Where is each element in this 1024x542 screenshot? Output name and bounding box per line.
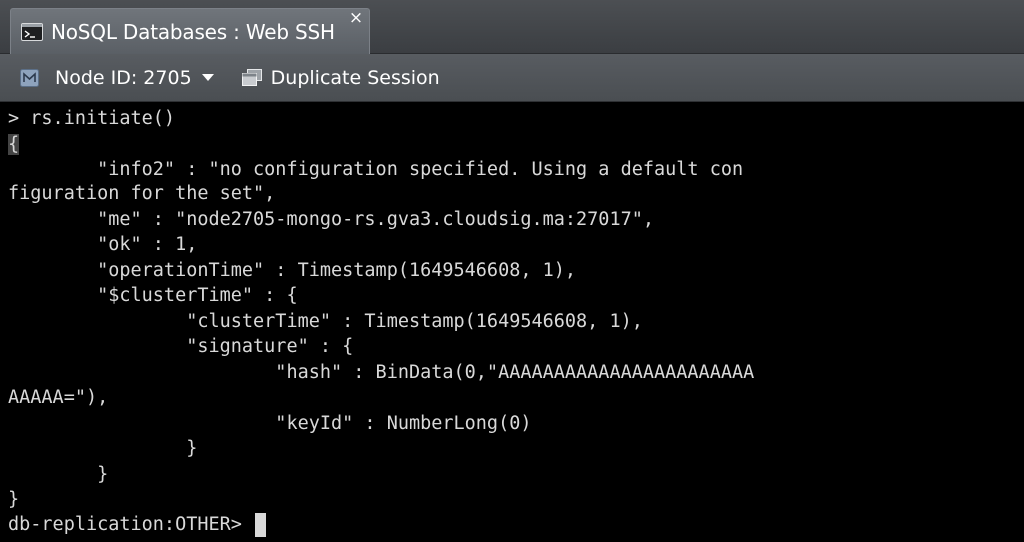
toolbar: Node ID: 2705 Duplicate Session	[0, 54, 1024, 102]
duplicate-session-label: Duplicate Session	[270, 66, 440, 89]
terminal-line: "keyId" : NumberLong(0)	[8, 413, 532, 434]
chevron-down-icon	[201, 73, 214, 82]
node-icon	[20, 68, 39, 87]
terminal-cursor	[255, 513, 267, 537]
terminal-line: "info2" : "no configuration specified. U…	[8, 159, 744, 180]
node-id-label: Node ID: 2705	[55, 66, 192, 89]
node-id-dropdown[interactable]: Node ID: 2705	[20, 67, 214, 89]
terminal-line: "$clusterTime" : {	[8, 285, 298, 306]
terminal-line: AAAAA="),	[8, 387, 109, 408]
terminal-line: figuration for the set",	[8, 183, 276, 204]
duplicate-session-icon	[241, 69, 262, 86]
terminal-line: }	[8, 464, 109, 485]
terminal-line: }	[8, 489, 20, 510]
terminal-output[interactable]: > rs.initiate() { "info2" : "no configur…	[0, 102, 1024, 542]
terminal-line: "signature" : {	[8, 336, 354, 357]
terminal-icon	[21, 22, 43, 41]
terminal-line: {	[8, 133, 20, 157]
terminal-prompt-line[interactable]: db-replication:OTHER>	[8, 513, 267, 537]
terminal-line: "operationTime" : Timestamp(1649546608, …	[8, 260, 577, 281]
tab-title: NoSQL Databases : Web SSH	[51, 19, 335, 44]
terminal-line: }	[8, 438, 198, 459]
tab-web-ssh[interactable]: NoSQL Databases : Web SSH ×	[10, 8, 370, 54]
terminal-prompt: db-replication:OTHER>	[8, 514, 254, 535]
duplicate-session-button[interactable]: Duplicate Session	[241, 66, 440, 89]
close-icon[interactable]: ×	[348, 9, 364, 27]
tab-bar: NoSQL Databases : Web SSH ×	[0, 0, 1024, 54]
terminal-line: "me" : "node2705-mongo-rs.gva3.cloudsig.…	[8, 209, 655, 230]
terminal-line: "ok" : 1,	[8, 234, 198, 255]
terminal-line: "hash" : BinData(0,"AAAAAAAAAAAAAAAAAAAA…	[8, 362, 755, 383]
terminal-line: "clusterTime" : Timestamp(1649546608, 1)…	[8, 311, 643, 332]
terminal-line-text: {	[8, 134, 20, 155]
terminal-line: > rs.initiate()	[8, 108, 176, 129]
